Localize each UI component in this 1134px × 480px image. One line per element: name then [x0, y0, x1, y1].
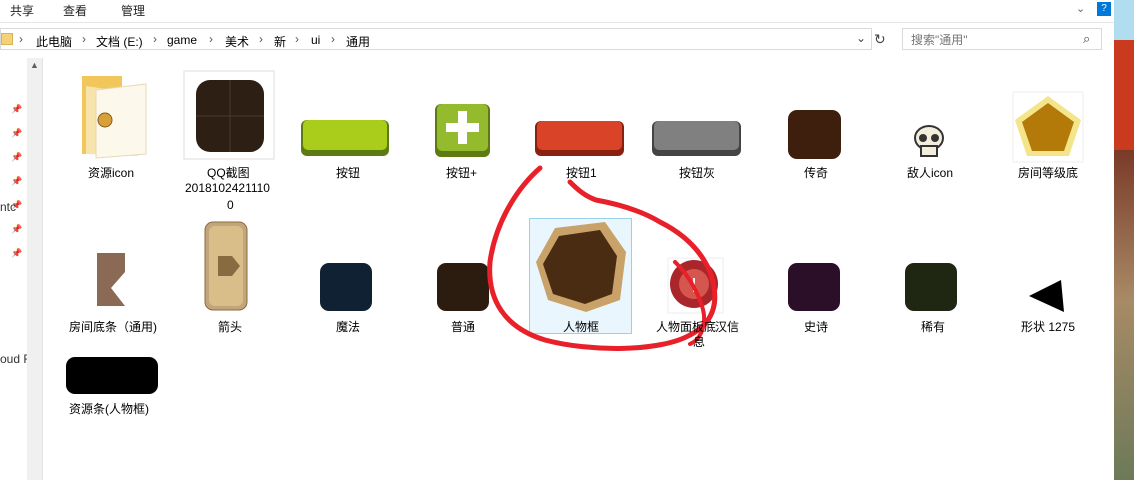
file-thumbnails: !	[66, 70, 1084, 394]
magic-frame-icon	[320, 263, 372, 311]
file-label[interactable]: 资源icon	[88, 164, 134, 181]
pentagon-badge-icon	[1012, 91, 1084, 163]
file-label[interactable]: 0	[227, 198, 234, 212]
normal-frame-icon	[437, 263, 489, 311]
file-label[interactable]: 人物框	[563, 318, 599, 335]
file-label[interactable]: 按钮灰	[679, 164, 715, 181]
resource-bar-icon	[66, 357, 158, 394]
file-label[interactable]: 史诗	[804, 318, 828, 335]
file-label[interactable]: 形状 1275	[1021, 318, 1075, 335]
file-label[interactable]: 传奇	[804, 164, 828, 181]
file-label[interactable]: 按钮+	[446, 164, 477, 181]
screenshot-thumbnail-icon	[183, 70, 275, 160]
file-label[interactable]: 魔法	[336, 318, 360, 335]
legend-frame-icon	[788, 110, 841, 159]
epic-frame-icon	[788, 263, 840, 311]
arrow-tab-icon	[204, 221, 248, 311]
file-label[interactable]: 箭头	[218, 318, 242, 335]
file-label[interactable]: 息	[693, 333, 705, 350]
file-label[interactable]: 敌人icon	[907, 164, 953, 181]
file-label[interactable]: 房间等级底	[1018, 164, 1078, 181]
folder-icon	[82, 76, 147, 159]
skull-icon	[914, 125, 944, 157]
file-label[interactable]: 资源条(人物框)	[69, 400, 149, 417]
file-label[interactable]: 按钮	[336, 164, 360, 181]
plus-button-icon	[435, 104, 490, 157]
file-label[interactable]: 2018102421110	[185, 181, 270, 195]
character-frame-icon	[536, 222, 626, 312]
file-label[interactable]: 普通	[451, 318, 475, 335]
file-label[interactable]: QQ截图	[207, 164, 250, 181]
file-label[interactable]: 按钮1	[566, 164, 597, 181]
gray-button-icon	[652, 121, 741, 156]
rare-frame-icon	[905, 263, 957, 311]
background-window	[1114, 0, 1134, 480]
red-button-icon	[535, 121, 624, 156]
green-button-icon	[301, 120, 389, 156]
file-label[interactable]: 汉信	[715, 318, 739, 335]
shape-icon	[1029, 280, 1064, 312]
file-label[interactable]: 房间底条（通用)	[69, 318, 157, 335]
banner-tail-icon	[97, 253, 125, 306]
file-label[interactable]: 稀有	[921, 318, 945, 335]
file-label[interactable]: 人物面板底	[656, 318, 716, 335]
